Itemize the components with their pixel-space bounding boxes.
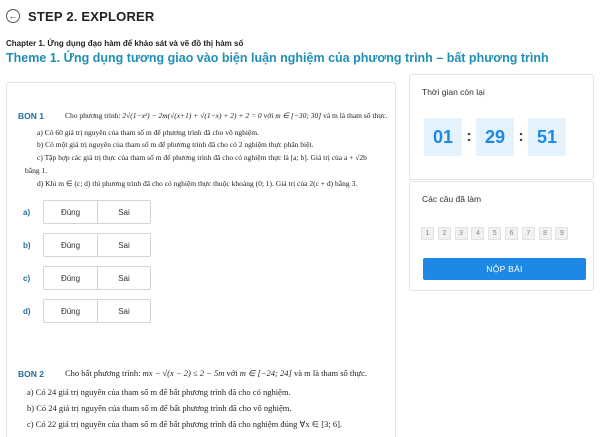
question-2-statement-b: b) Có 24 giá trị nguyên của tham số m để… <box>27 403 292 413</box>
question-number-button[interactable]: 9 <box>555 227 569 240</box>
stem-text: và m là tham số thực. <box>291 368 368 378</box>
stem-text: và m là tham số thực. <box>321 111 388 120</box>
true-button[interactable]: Đúng <box>44 300 97 322</box>
stem-range: m ∈ [−24; 24] <box>239 368 292 378</box>
question-panel: BON 1 Cho phương trình: 2√(1−x²) − 2m(√(… <box>6 82 396 437</box>
question-number-button[interactable]: 5 <box>488 227 502 240</box>
answer-row-d: d) Đúng Sai <box>23 299 151 323</box>
back-button[interactable]: ← <box>6 9 20 23</box>
stem-range: m ∈ [−30; 30] <box>275 111 322 120</box>
timer-hours: 01 <box>424 118 462 156</box>
question-number-button[interactable]: 7 <box>521 227 535 240</box>
question-2-statement-c: c) Có 22 giá trị nguyên của tham số m để… <box>27 419 343 429</box>
stem-text: Cho bất phương trình: <box>65 368 143 378</box>
question-2-stem: Cho bất phương trình: mx − √(x − 2) ≤ 2 … <box>65 366 367 381</box>
question-1-statement-a: a) Có 60 giá trị nguyên của tham số m để… <box>37 128 259 137</box>
answer-letter: d) <box>23 306 31 316</box>
stem-text: Cho phương trình: <box>65 111 123 120</box>
question-2-label: BON 2 <box>18 369 44 379</box>
stem-inequality: mx − √(x − 2) ≤ 2 − 5m <box>142 368 225 378</box>
stem-equation: 2√(1−x²) − 2m(√(x+1) + √(1−x) + 2) + 2 =… <box>122 111 262 120</box>
timer-separator: : <box>518 128 524 145</box>
answer-toggle: Đúng Sai <box>43 233 151 257</box>
question-number-button[interactable]: 6 <box>504 227 518 240</box>
submit-button[interactable]: NỘP BÀI <box>423 258 586 280</box>
stem-text: với <box>261 111 276 120</box>
stem-text: với <box>224 368 240 378</box>
timer-separator: : <box>466 128 472 145</box>
theme-title: Theme 1. Ứng dụng tương giao vào biện lu… <box>6 51 549 65</box>
answer-toggle: Đúng Sai <box>43 299 151 323</box>
answer-toggle: Đúng Sai <box>43 200 151 224</box>
false-button[interactable]: Sai <box>97 267 150 289</box>
answer-letter: a) <box>23 207 31 217</box>
question-1-stem: Cho phương trình: 2√(1−x²) − 2m(√(x+1) +… <box>65 110 388 122</box>
timer-minutes: 29 <box>476 118 514 156</box>
question-number-button[interactable]: 1 <box>421 227 434 240</box>
false-button[interactable]: Sai <box>97 300 150 322</box>
true-button[interactable]: Đúng <box>44 234 97 256</box>
answer-toggle: Đúng Sai <box>43 266 151 290</box>
page-title: STEP 2. EXPLORER <box>28 8 155 24</box>
question-1-statement-b: b) Có một giá trị nguyên của tham số m đ… <box>37 140 314 149</box>
answer-row-c: c) Đúng Sai <box>23 266 151 290</box>
question-1-statement-c: c) Tập hợp các giá trị thực của tham số … <box>37 153 367 162</box>
answer-row-a: a) Đúng Sai <box>23 200 151 224</box>
question-number-button[interactable]: 4 <box>471 227 485 240</box>
question-number-button[interactable]: 8 <box>538 227 552 240</box>
countdown-timer: 01 : 29 : 51 <box>424 118 566 156</box>
timer-title: Thời gian còn lại <box>422 87 485 97</box>
answer-row-b: b) Đúng Sai <box>23 233 151 257</box>
answer-letter: b) <box>23 240 31 250</box>
chapter-title: Chapter 1. Ứng dụng đạo hàm để khảo sát … <box>6 39 244 48</box>
arrow-left-icon: ← <box>8 10 18 21</box>
false-button[interactable]: Sai <box>97 234 150 256</box>
question-number-button[interactable]: 2 <box>437 227 451 240</box>
answer-letter: c) <box>23 273 31 283</box>
true-button[interactable]: Đúng <box>44 267 97 289</box>
question-1-statement-c-cont: bằng 1. <box>25 166 48 175</box>
question-navigator: 1 2 3 4 5 6 7 8 9 <box>421 227 572 240</box>
question-1-statement-d: d) Khi m ∈ (c; d) thì phương trình đã ch… <box>37 179 358 188</box>
question-1-label: BON 1 <box>18 111 44 121</box>
false-button[interactable]: Sai <box>97 201 150 223</box>
timer-panel: Thời gian còn lại 01 : 29 : 51 <box>409 74 594 180</box>
top-bar: ← STEP 2. EXPLORER <box>0 0 600 32</box>
question-number-button[interactable]: 3 <box>454 227 468 240</box>
timer-seconds: 51 <box>528 118 566 156</box>
answered-title: Các câu đã làm <box>422 194 482 204</box>
true-button[interactable]: Đúng <box>44 201 97 223</box>
question-2-statement-a: a) Có 24 giá trị nguyên của tham số m để… <box>27 387 291 397</box>
